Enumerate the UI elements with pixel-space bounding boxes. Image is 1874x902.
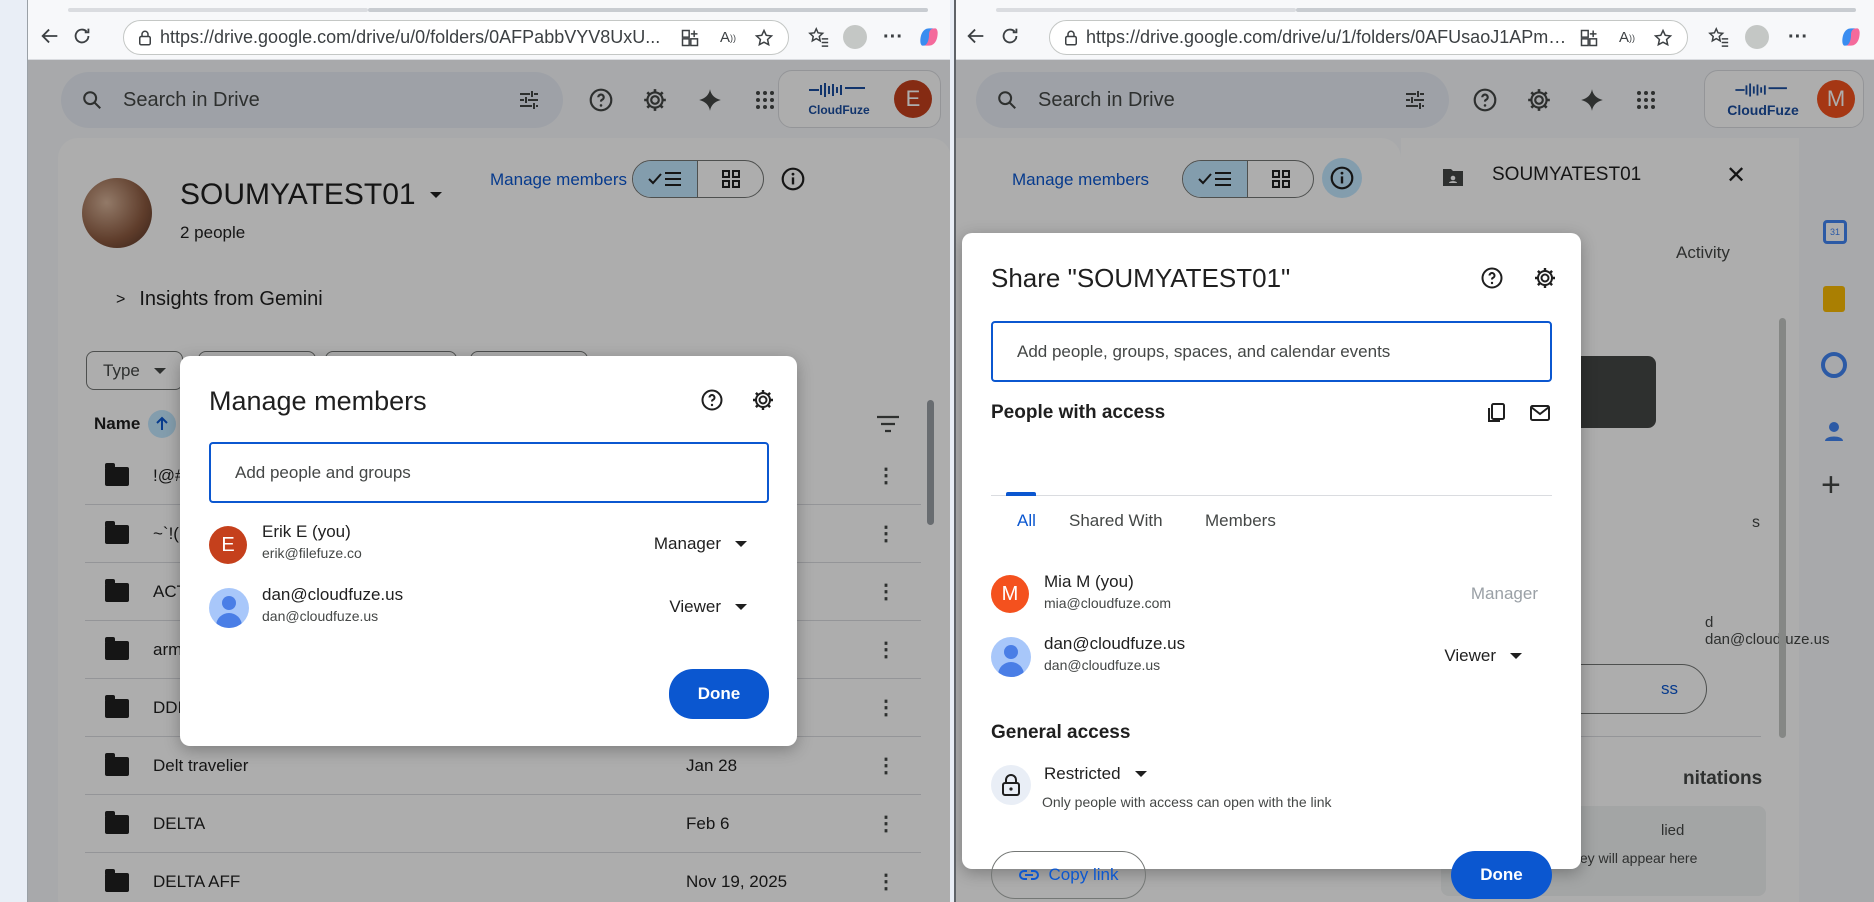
active-tab-indicator (1006, 492, 1036, 496)
tab-all[interactable]: All (1017, 511, 1036, 531)
person-info: dan@cloudfuze.us dan@cloudfuze.us (1044, 634, 1185, 673)
favorite-star-icon[interactable] (754, 28, 774, 48)
help-icon[interactable] (700, 388, 724, 417)
person-name: Mia M (you) (1044, 572, 1134, 591)
general-access-heading: General access (991, 722, 1131, 743)
drive-page: Search in Drive CloudFuze E SOUMYATEST01 (28, 60, 950, 902)
reload-button[interactable] (68, 22, 96, 50)
access-description: Only people with access can open with th… (1042, 794, 1332, 810)
role-label-disabled: Manager (1470, 584, 1538, 603)
person-row: dan@cloudfuze.us dan@cloudfuze.us Viewer (991, 634, 1552, 682)
person-email: dan@cloudfuze.us (1044, 657, 1161, 673)
read-aloud-icon[interactable]: A)) (720, 29, 736, 46)
link-icon (1018, 870, 1039, 880)
role-dropdown[interactable]: Viewer (669, 597, 747, 617)
member-email: dan@cloudfuze.us (262, 608, 379, 624)
member-row: E Erik E (you) erik@filefuze.co Manager (209, 522, 769, 570)
site-info-icon[interactable] (1062, 29, 1080, 47)
settings-icon[interactable] (1533, 266, 1557, 295)
profile-icon[interactable] (1742, 22, 1772, 52)
copilot-icon[interactable] (914, 22, 944, 52)
url-text: https://drive.google.com/drive/u/0/folde… (160, 27, 661, 47)
copy-link-button[interactable]: Copy link (991, 851, 1146, 899)
chevron-down-icon (1134, 771, 1147, 777)
back-arrow-icon (41, 28, 58, 44)
people-with-access-heading: People with access (991, 402, 1166, 423)
tab-strip (996, 8, 1296, 12)
address-bar[interactable]: https://drive.google.com/drive/u/1/folde… (1049, 20, 1688, 55)
generic-avatar-icon (209, 588, 249, 628)
browser-toolbar: https://drive.google.com/drive/u/0/folde… (28, 0, 950, 60)
done-button[interactable]: Done (1451, 851, 1552, 899)
add-people-input[interactable]: Add people, groups, spaces, and calendar… (991, 321, 1552, 382)
tab-shared-with[interactable]: Shared With (1069, 511, 1163, 531)
email-icon[interactable] (1528, 401, 1552, 430)
back-button[interactable] (962, 22, 990, 50)
back-arrow-icon (967, 28, 984, 44)
share-dialog: Share "SOUMYATEST01" Add people, groups,… (962, 233, 1581, 899)
add-people-input[interactable]: Add people and groups (209, 442, 769, 503)
dialog-title: Share "SOUMYATEST01" (991, 263, 1291, 293)
address-bar[interactable]: https://drive.google.com/drive/u/0/folde… (123, 20, 789, 55)
add-people-placeholder: Add people, groups, spaces, and calendar… (1017, 341, 1391, 361)
access-level-dropdown[interactable]: Restricted (1044, 764, 1147, 784)
member-name: Erik E (you) (262, 522, 351, 541)
browser-window-right: https://drive.google.com/drive/u/1/folde… (954, 0, 1874, 902)
member-info: Erik E (you) erik@filefuze.co (262, 522, 362, 561)
profile-icon[interactable] (840, 22, 870, 52)
member-info: dan@cloudfuze.us dan@cloudfuze.us (262, 585, 403, 624)
person-email: mia@cloudfuze.com (1044, 595, 1172, 611)
member-name: dan@cloudfuze.us (262, 585, 404, 604)
role-label: Manager (653, 534, 721, 553)
read-aloud-icon[interactable]: A)) (1619, 29, 1635, 46)
browser-window-left: https://drive.google.com/drive/u/0/folde… (27, 0, 950, 902)
person-info: Mia M (you) mia@cloudfuze.com (1044, 572, 1171, 611)
tab-strip-active (368, 8, 928, 12)
chevron-down-icon (735, 541, 747, 547)
favorite-star-icon[interactable] (1653, 28, 1673, 48)
drive-page: Search in Drive CloudFuze M Manage membe… (956, 60, 1874, 902)
app-available-icon[interactable] (1579, 28, 1599, 48)
copilot-icon[interactable] (1836, 22, 1866, 52)
app-available-icon[interactable] (680, 28, 700, 48)
reload-icon (74, 28, 90, 44)
manage-members-dialog: Manage members Add people and groups E E… (180, 356, 797, 746)
generic-avatar-icon (991, 637, 1031, 677)
reload-icon (1002, 28, 1018, 44)
copy-link-label: Copy link (1048, 865, 1119, 884)
settings-icon[interactable] (751, 388, 775, 417)
dialog-title: Manage members (209, 386, 427, 416)
lock-icon (991, 765, 1031, 805)
person-name: dan@cloudfuze.us (1044, 634, 1186, 653)
person-avatar: M (991, 575, 1029, 613)
role-dropdown[interactable]: Viewer (1444, 646, 1522, 666)
url-text: https://drive.google.com/drive/u/1/folde… (1086, 27, 1569, 47)
tab-members[interactable]: Members (1205, 511, 1276, 531)
role-label: Viewer (1444, 646, 1496, 665)
tabs-divider (991, 495, 1552, 496)
add-people-placeholder: Add people and groups (235, 462, 411, 482)
role-label: Viewer (669, 597, 721, 616)
chevron-down-icon (735, 604, 747, 610)
role-dropdown[interactable]: Manager (654, 534, 747, 554)
back-button[interactable] (36, 22, 64, 50)
favorites-icon[interactable] (1704, 22, 1734, 52)
more-menu-icon[interactable]: ··· (1783, 22, 1813, 52)
access-level-label: Restricted (1044, 764, 1121, 783)
member-row: dan@cloudfuze.us dan@cloudfuze.us Viewer (209, 585, 769, 633)
chevron-down-icon (1510, 653, 1522, 659)
member-avatar: E (209, 526, 247, 564)
member-email: erik@filefuze.co (262, 545, 362, 561)
help-icon[interactable] (1480, 266, 1504, 295)
browser-toolbar: https://drive.google.com/drive/u/1/folde… (956, 0, 1874, 60)
favorites-icon[interactable] (804, 22, 834, 52)
site-info-icon[interactable] (136, 29, 154, 47)
tab-strip-active (1296, 8, 1856, 12)
copy-emails-icon[interactable] (1484, 401, 1508, 430)
tab-strip (68, 8, 368, 12)
done-button[interactable]: Done (669, 669, 769, 719)
person-row: M Mia M (you) mia@cloudfuze.com Manager (991, 572, 1552, 620)
more-menu-icon[interactable]: ··· (878, 22, 908, 52)
reload-button[interactable] (996, 22, 1024, 50)
